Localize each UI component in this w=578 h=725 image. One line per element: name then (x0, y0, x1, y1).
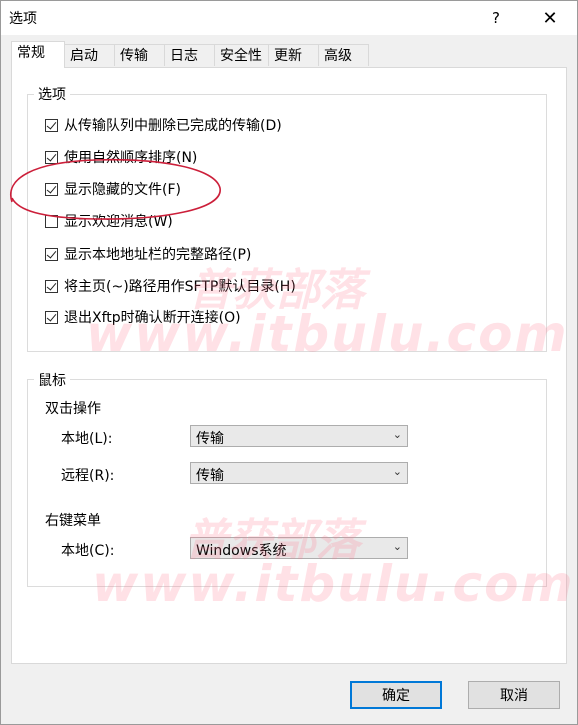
context-menu-local-label: 本地(C): (61, 543, 115, 559)
checkbox-label: 使用自然顺序排序(N) (64, 150, 198, 166)
options-dialog: 选项 ? ✕ 常规 启动 传输 日志 安全性 更新 高级 选项 鼠标 从传输队列… (0, 0, 578, 725)
checkbox-remove-completed[interactable]: 从传输队列中删除已完成的传输(D) (45, 115, 282, 135)
dialog-title: 选项 (9, 11, 37, 27)
checkbox-full-local-path[interactable]: 显示本地地址栏的完整路径(P) (45, 244, 251, 264)
double-click-remote-select[interactable]: 传输 ⌄ (190, 462, 408, 484)
checkbox-box[interactable] (45, 118, 58, 132)
checkbox-label: 显示本地地址栏的完整路径(P) (64, 247, 252, 263)
checkbox-confirm-disconnect[interactable]: 退出Xftp时确认断开连接(O) (45, 307, 241, 327)
cancel-button[interactable]: 取消 (468, 681, 560, 709)
tab-log[interactable]: 日志 (164, 44, 215, 66)
checkbox-natural-sort[interactable]: 使用自然顺序排序(N) (45, 147, 197, 167)
close-icon[interactable]: ✕ (527, 1, 573, 35)
checkbox-home-sftp-default[interactable]: 将主页(~)路径用作SFTP默认目录(H) (45, 276, 296, 296)
select-value: 传输 (196, 431, 224, 447)
checkbox-box[interactable] (45, 310, 58, 324)
tab-security[interactable]: 安全性 (214, 44, 269, 66)
chevron-down-icon: ⌄ (392, 540, 402, 553)
double-click-remote-label: 远程(R): (61, 468, 115, 484)
tab-update[interactable]: 更新 (268, 44, 319, 66)
checkbox-box[interactable] (45, 182, 58, 196)
checkbox-label: 从传输队列中删除已完成的传输(D) (64, 118, 282, 134)
mouse-group-title: 鼠标 (34, 370, 70, 390)
context-menu-local-select[interactable]: Windows系统 ⌄ (190, 537, 408, 559)
options-group-title: 选项 (34, 84, 70, 104)
checkbox-show-welcome[interactable]: 显示欢迎消息(W) (45, 211, 173, 231)
chevron-down-icon: ⌄ (392, 465, 402, 478)
ok-button[interactable]: 确定 (350, 681, 442, 709)
tab-transfer[interactable]: 传输 (114, 44, 165, 66)
select-value: 传输 (196, 468, 224, 484)
context-menu-title: 右键菜单 (45, 513, 101, 529)
double-click-local-label: 本地(L): (61, 431, 113, 447)
checkbox-label: 显示隐藏的文件(F) (64, 182, 181, 198)
checkbox-box[interactable] (45, 279, 58, 293)
checkbox-box[interactable] (45, 214, 58, 228)
checkbox-box[interactable] (45, 150, 58, 164)
tab-advanced[interactable]: 高级 (318, 44, 369, 66)
checkbox-label: 退出Xftp时确认断开连接(O) (64, 310, 241, 326)
checkbox-box[interactable] (45, 247, 58, 261)
title-bar: 选项 ? ✕ (1, 1, 577, 35)
tab-general[interactable]: 常规 (11, 41, 65, 68)
double-click-local-select[interactable]: 传输 ⌄ (190, 425, 408, 447)
checkbox-show-hidden-files[interactable]: 显示隐藏的文件(F) (45, 179, 181, 199)
chevron-down-icon: ⌄ (392, 428, 402, 441)
select-value: Windows系统 (196, 543, 287, 559)
tab-startup[interactable]: 启动 (64, 44, 115, 66)
help-button[interactable]: ? (473, 1, 519, 35)
checkbox-label: 将主页(~)路径用作SFTP默认目录(H) (64, 279, 296, 295)
double-click-title: 双击操作 (45, 401, 101, 417)
checkbox-label: 显示欢迎消息(W) (64, 214, 173, 230)
